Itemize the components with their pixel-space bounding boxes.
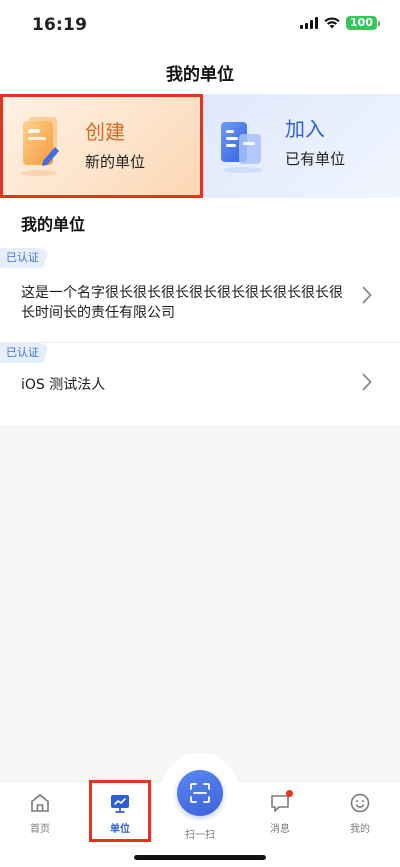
status-time: 16:19 bbox=[32, 15, 88, 35]
tab-messages[interactable]: 消息 bbox=[240, 782, 320, 842]
create-card-subtitle: 新的单位 bbox=[85, 153, 146, 171]
home-indicator bbox=[134, 855, 266, 860]
tab-messages-label: 消息 bbox=[270, 824, 290, 835]
unit-name: iOS 测试法人 bbox=[21, 377, 106, 393]
page-title: 我的单位 bbox=[166, 64, 234, 85]
tab-home[interactable]: 首页 bbox=[0, 782, 80, 842]
chevron-right-icon bbox=[362, 373, 372, 395]
join-card-text: 加入 已有单位 bbox=[285, 116, 345, 168]
join-unit-card[interactable]: 加入 已有单位 bbox=[203, 94, 400, 198]
verified-badge: 已认证 bbox=[0, 248, 49, 268]
scan-icon bbox=[190, 783, 210, 803]
status-icons: 100 bbox=[300, 16, 380, 30]
verified-badge: 已认证 bbox=[0, 343, 49, 363]
nav-header: 我的单位 bbox=[0, 50, 400, 94]
battery-icon: 100 bbox=[346, 16, 380, 30]
chevron-right-icon bbox=[362, 286, 372, 308]
cellular-signal-icon bbox=[300, 17, 319, 29]
tab-unit-highlight bbox=[89, 780, 151, 842]
tab-home-label: 首页 bbox=[30, 824, 50, 835]
section-header: 我的单位 bbox=[0, 198, 400, 248]
home-icon bbox=[29, 792, 51, 814]
create-document-icon bbox=[17, 115, 67, 181]
status-bar: 16:19 100 bbox=[0, 0, 400, 50]
battery-level: 100 bbox=[346, 16, 377, 30]
tab-scan-label: 扫一扫 bbox=[185, 830, 215, 841]
join-document-icon bbox=[217, 112, 269, 178]
create-unit-card[interactable]: 创建 新的单位 bbox=[0, 94, 203, 198]
join-card-subtitle: 已有单位 bbox=[285, 150, 346, 168]
action-cards: 创建 新的单位 加入 已有单位 bbox=[0, 94, 400, 198]
wifi-icon bbox=[324, 17, 340, 29]
tab-me[interactable]: 我的 bbox=[320, 782, 400, 842]
smile-face-icon bbox=[349, 792, 371, 814]
section-title: 我的单位 bbox=[21, 215, 86, 234]
unit-name: 这是一个名字很长很长很长很长很长很长很长很长很长时间长的责任有限公司 bbox=[21, 285, 343, 321]
unit-list-item[interactable]: 已认证 这是一个名字很长很长很长很长很长很长很长很长很长时间长的责任有限公司 bbox=[0, 248, 400, 343]
unit-list: 已认证 这是一个名字很长很长很长很长很长很长很长很长很长时间长的责任有限公司 已… bbox=[0, 248, 400, 425]
join-card-title: 加入 bbox=[285, 117, 325, 141]
unit-list-item[interactable]: 已认证 iOS 测试法人 bbox=[0, 343, 400, 425]
unread-dot bbox=[286, 790, 293, 797]
create-card-title: 创建 bbox=[85, 120, 125, 144]
scan-button[interactable] bbox=[177, 770, 223, 816]
create-card-text: 创建 新的单位 bbox=[85, 119, 145, 171]
tab-me-label: 我的 bbox=[350, 824, 370, 835]
